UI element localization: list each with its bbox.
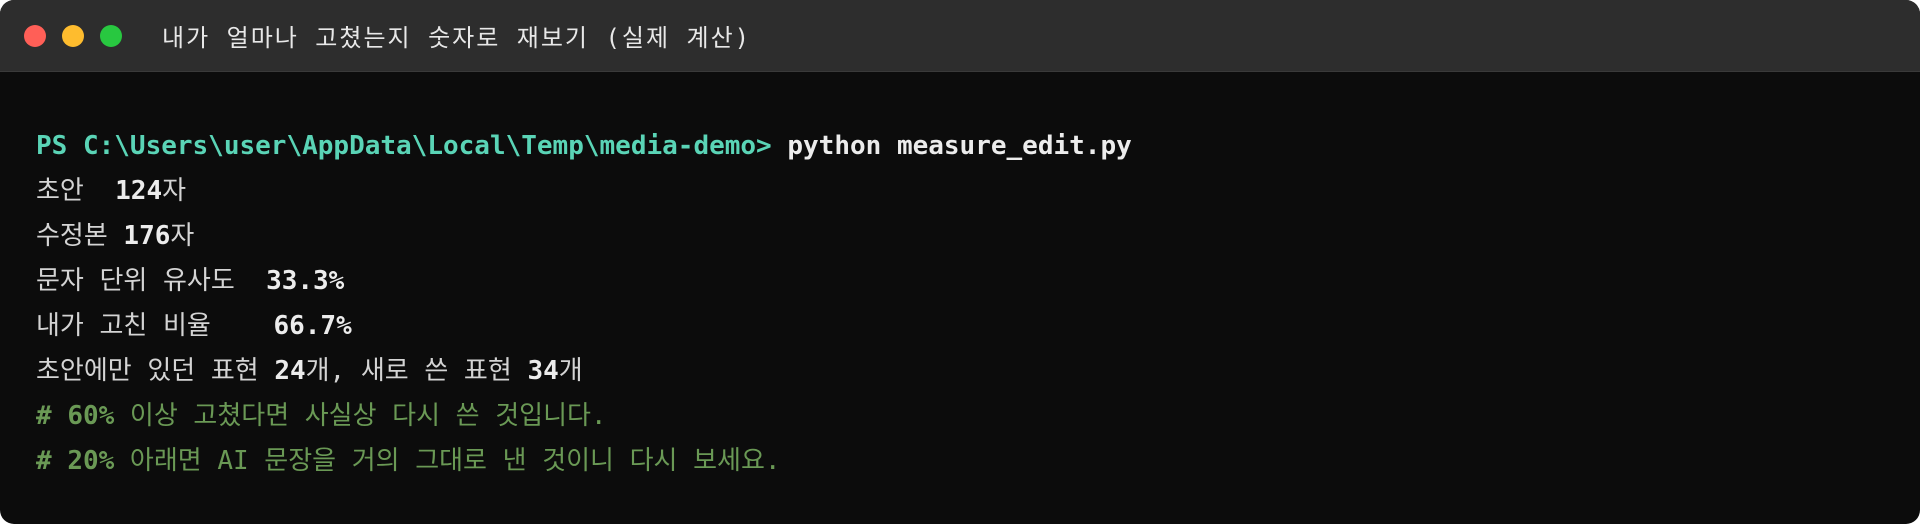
terminal-output[interactable]: PS C:\Users\user\AppData\Local\Temp\medi… — [0, 72, 1920, 484]
output-label: 문자 단위 유사도 — [36, 266, 267, 296]
summary-count: 34 — [527, 356, 559, 386]
summary-text: 개 — [558, 356, 583, 386]
output-line-edit-ratio: 내가 고친 비율 66.7% — [36, 304, 1920, 349]
output-label: 내가 고친 비율 — [36, 311, 274, 341]
command-text: python measure_edit.py — [787, 131, 1132, 161]
output-label: 수정본 — [36, 221, 124, 251]
output-line-expression-summary: 초안에만 있던 표현 24개, 새로 쓴 표현 34개 — [36, 349, 1920, 394]
output-value: 66.7% — [273, 311, 352, 341]
output-unit: 자 — [162, 176, 187, 206]
comment-text: 이상 고쳤다면 사실상 다시 쓴 것입니다. — [114, 401, 607, 431]
terminal-window: 내가 얼마나 고쳤는지 숫자로 재보기 (실제 계산) PS C:\Users\… — [0, 0, 1920, 524]
summary-text: 개, 새로 쓴 표현 — [305, 356, 528, 386]
comment-threshold: 60% — [67, 401, 115, 431]
comment-line: # 20% 아래면 AI 문장을 거의 그대로 낸 것이니 다시 보세요. — [36, 439, 1920, 484]
command-line: PS C:\Users\user\AppData\Local\Temp\medi… — [36, 124, 1920, 169]
minimize-button[interactable] — [62, 24, 84, 47]
comment-line: # 60% 이상 고쳤다면 사실상 다시 쓴 것입니다. — [36, 394, 1920, 439]
output-unit: 자 — [170, 221, 195, 251]
comment-text: 아래면 AI 문장을 거의 그대로 낸 것이니 다시 보세요. — [114, 446, 781, 476]
output-value: 176 — [123, 221, 171, 251]
output-line-draft: 초안 124자 — [36, 169, 1920, 214]
close-button[interactable] — [24, 24, 46, 47]
title-bar: 내가 얼마나 고쳤는지 숫자로 재보기 (실제 계산) — [0, 0, 1920, 72]
summary-count: 24 — [274, 356, 306, 386]
comment-hash: # — [36, 401, 68, 431]
comment-threshold: 20% — [67, 446, 115, 476]
output-line-revised: 수정본 176자 — [36, 214, 1920, 259]
shell-prompt: PS C:\Users\user\AppData\Local\Temp\medi… — [36, 131, 772, 161]
output-value: 33.3% — [266, 266, 345, 296]
summary-text: 초안에만 있던 표현 — [36, 356, 275, 386]
output-line-similarity: 문자 단위 유사도 33.3% — [36, 259, 1920, 304]
comment-hash: # — [36, 446, 68, 476]
output-label: 초안 — [36, 176, 116, 206]
maximize-button[interactable] — [100, 24, 122, 47]
window-title: 내가 얼마나 고쳤는지 숫자로 재보기 (실제 계산) — [162, 24, 752, 52]
output-value: 124 — [115, 176, 163, 206]
